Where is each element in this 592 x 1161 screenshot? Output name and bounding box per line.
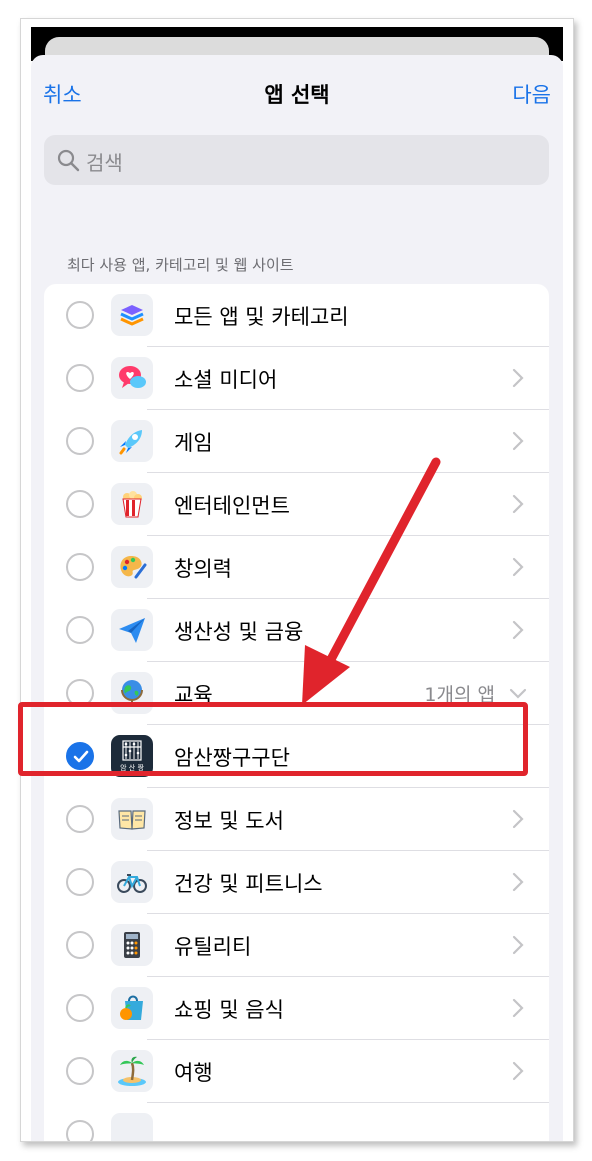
annotation-arrow — [302, 457, 441, 705]
